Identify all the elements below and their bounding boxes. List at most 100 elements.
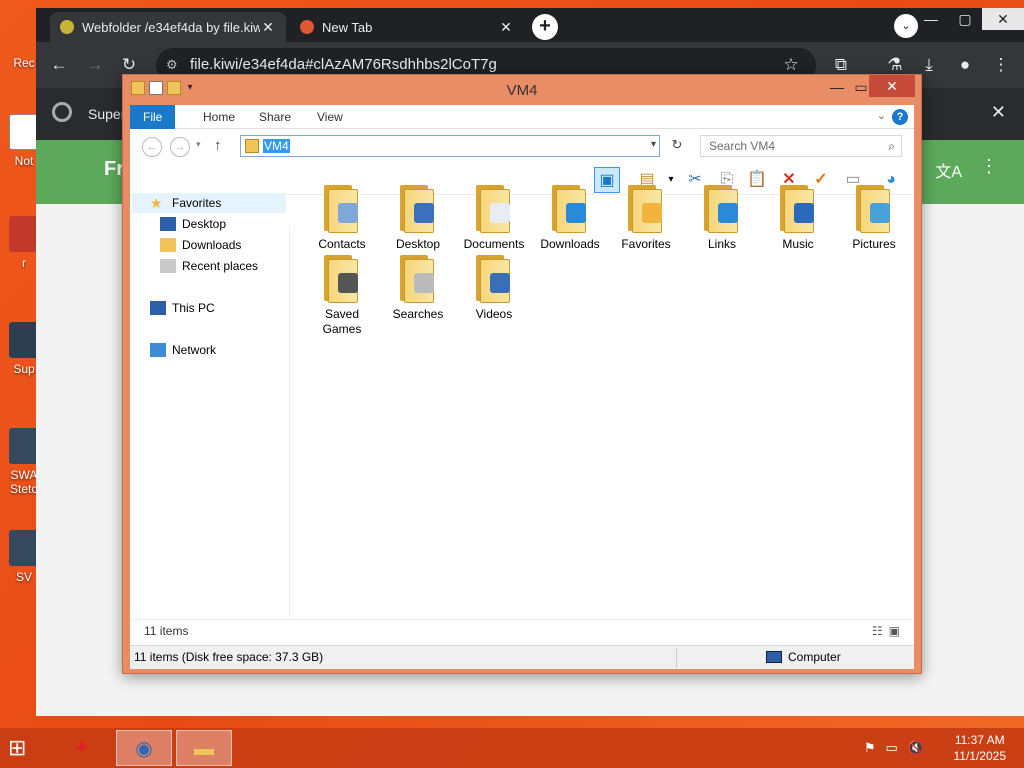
reload-icon[interactable]: ↻ — [118, 54, 140, 76]
chrome-icon — [52, 102, 72, 122]
close-infobar-icon[interactable]: ✕ — [991, 102, 1006, 123]
back-arrow-icon[interactable]: ← — [142, 137, 162, 157]
new-tab-button[interactable]: + — [532, 14, 558, 40]
bookmark-star-icon[interactable]: ☆ — [780, 54, 802, 76]
url-text: file.kiwi/e34ef4da#clAzAM76Rsdhhbs2lCoT7… — [190, 56, 497, 73]
recent-places-icon — [160, 259, 176, 273]
large-icons-view-icon[interactable]: ▣ — [889, 624, 906, 638]
minimize-icon[interactable]: — — [914, 8, 948, 30]
nav-favorites[interactable]: ★ Favorites — [132, 193, 286, 213]
favorites-folder[interactable]: Favorites — [610, 185, 682, 252]
links-folder[interactable]: Links — [686, 185, 758, 252]
profile-icon[interactable]: ● — [954, 54, 976, 76]
up-arrow-icon[interactable]: ↑ — [214, 137, 222, 154]
nav-desktop[interactable]: Desktop — [160, 214, 226, 234]
folder-label: Desktop — [395, 237, 441, 251]
action-center-flag-icon[interactable]: ⚑ — [864, 740, 886, 755]
searches-folder-icon — [398, 255, 438, 303]
folder-label: Contacts — [318, 237, 366, 251]
page-menu-icon[interactable]: ⋮ — [980, 156, 998, 177]
help-icon[interactable]: ? — [892, 109, 908, 125]
status-location: Computer — [766, 650, 841, 664]
nav-recent-places[interactable]: Recent places — [160, 256, 258, 276]
folder-label: Links — [707, 237, 736, 251]
close-tab-icon[interactable]: ✕ — [498, 19, 514, 36]
clock-time: 11:37 AM — [954, 733, 1005, 747]
pictures-folder-icon — [854, 185, 894, 233]
menu-kebab-icon[interactable]: ⋮ — [990, 54, 1012, 76]
search-input[interactable]: Search VM4 ⌕ — [700, 135, 902, 157]
recent-locations-icon[interactable]: ▾ — [196, 139, 201, 150]
nav-network[interactable]: Network — [150, 340, 216, 360]
refresh-icon[interactable]: ↻ — [668, 137, 686, 157]
status-divider — [676, 648, 677, 668]
videos-folder[interactable]: Videos — [458, 255, 530, 322]
documents-folder[interactable]: Documents — [458, 185, 530, 252]
kiwi-favicon-icon — [60, 20, 74, 34]
nav-label: Downloads — [182, 238, 242, 252]
page-header-text: Fr — [104, 158, 124, 180]
saved-games-folder[interactable]: Saved Games — [306, 255, 378, 337]
clock-date: 11/1/2025 — [953, 749, 1007, 763]
forward-arrow-icon[interactable]: → — [170, 137, 190, 157]
tab-new-tab[interactable]: New Tab ✕ — [290, 12, 524, 42]
taskbar-app-browser[interactable]: ◉ — [116, 730, 172, 766]
clock[interactable]: 11:37 AM 11/1/2025 — [954, 732, 1007, 764]
star-icon: ★ — [150, 195, 163, 211]
desktop-folder[interactable]: Desktop — [382, 185, 454, 252]
address-dropdown-icon[interactable]: ▾ — [651, 139, 656, 150]
folder-label: Saved Games — [322, 307, 362, 336]
shortcut-icon — [9, 428, 39, 464]
downloads-folder-icon — [550, 185, 590, 233]
volume-muted-icon[interactable]: 🔇 — [908, 740, 934, 755]
address-field[interactable]: VM4 ▾ — [240, 135, 660, 157]
tab-home[interactable]: Home — [190, 105, 248, 129]
close-tab-icon[interactable]: ✕ — [260, 19, 276, 36]
tab-webfolder[interactable]: Webfolder /e34ef4da by file.kiwi ✕ — [50, 12, 286, 42]
tab-share[interactable]: Share — [246, 105, 304, 129]
desktop-icon-label: r — [22, 256, 26, 270]
taskbar-app-explorer[interactable]: ▬ — [176, 730, 232, 766]
file-explorer-window: ▾ VM4 — ▭ ✕ File Home Share View ⌄ ? ← →… — [122, 74, 922, 674]
tab-file[interactable]: File — [130, 105, 176, 129]
back-arrow-icon[interactable]: ← — [48, 54, 70, 76]
item-count: 11 items — [144, 624, 189, 638]
explorer-titlebar: ▾ VM4 — ▭ ✕ — [123, 75, 921, 105]
tab-title: Webfolder /e34ef4da by file.kiwi — [82, 19, 260, 35]
folder-label: Searches — [392, 307, 444, 321]
details-view-icon[interactable]: ☷ — [872, 624, 889, 638]
network-tray-icon[interactable]: ▭ — [886, 740, 908, 755]
download-icon[interactable]: ⤓ — [918, 54, 940, 76]
nav-this-pc[interactable]: This PC — [150, 298, 215, 318]
nav-label: This PC — [172, 301, 215, 315]
notepad-icon — [9, 114, 39, 150]
desktop-icon-label: Sup — [13, 362, 35, 376]
tab-view[interactable]: View — [304, 105, 356, 129]
ribbon-tabs: File Home Share View ⌄ ? — [130, 105, 914, 129]
nav-downloads[interactable]: Downloads — [160, 235, 241, 255]
nav-label: Recent places — [182, 259, 259, 273]
close-window-icon[interactable]: ✕ — [982, 8, 1024, 30]
downloads-folder[interactable]: Downloads — [534, 185, 606, 252]
links-folder-icon — [702, 185, 742, 233]
close-window-icon[interactable]: ✕ — [869, 75, 915, 97]
searches-folder[interactable]: Searches — [382, 255, 454, 322]
extensions-icon[interactable]: ⧉ — [830, 54, 852, 76]
computer-icon — [766, 651, 782, 663]
music-folder[interactable]: Music — [762, 185, 834, 252]
folder-label: Downloads — [540, 237, 600, 251]
infobar-text: Super — [88, 106, 126, 122]
windows-start-icon[interactable]: ⊞ — [8, 736, 38, 760]
labs-flask-icon[interactable]: ⚗ — [884, 54, 906, 76]
expand-ribbon-icon[interactable]: ⌄ — [877, 109, 886, 122]
contacts-folder-icon — [322, 185, 362, 233]
folder-label: Pictures — [852, 237, 896, 251]
address-row: ← → ▾ ↑ VM4 ▾ ↻ Search VM4 ⌕ — [130, 129, 914, 165]
forward-arrow-icon[interactable]: → — [84, 54, 106, 76]
taskbar-app-1[interactable]: ✦ — [54, 730, 110, 766]
translate-icon[interactable]: 文A — [935, 158, 962, 182]
contacts-folder[interactable]: Contacts — [306, 185, 378, 252]
maximize-icon[interactable]: ▢ — [948, 8, 982, 30]
pictures-folder[interactable]: Pictures — [838, 185, 910, 252]
taskbar: ⊞ ✦ ◉ ▬ ⚑▭🔇 11:37 AM 11/1/2025 — [0, 728, 1024, 768]
